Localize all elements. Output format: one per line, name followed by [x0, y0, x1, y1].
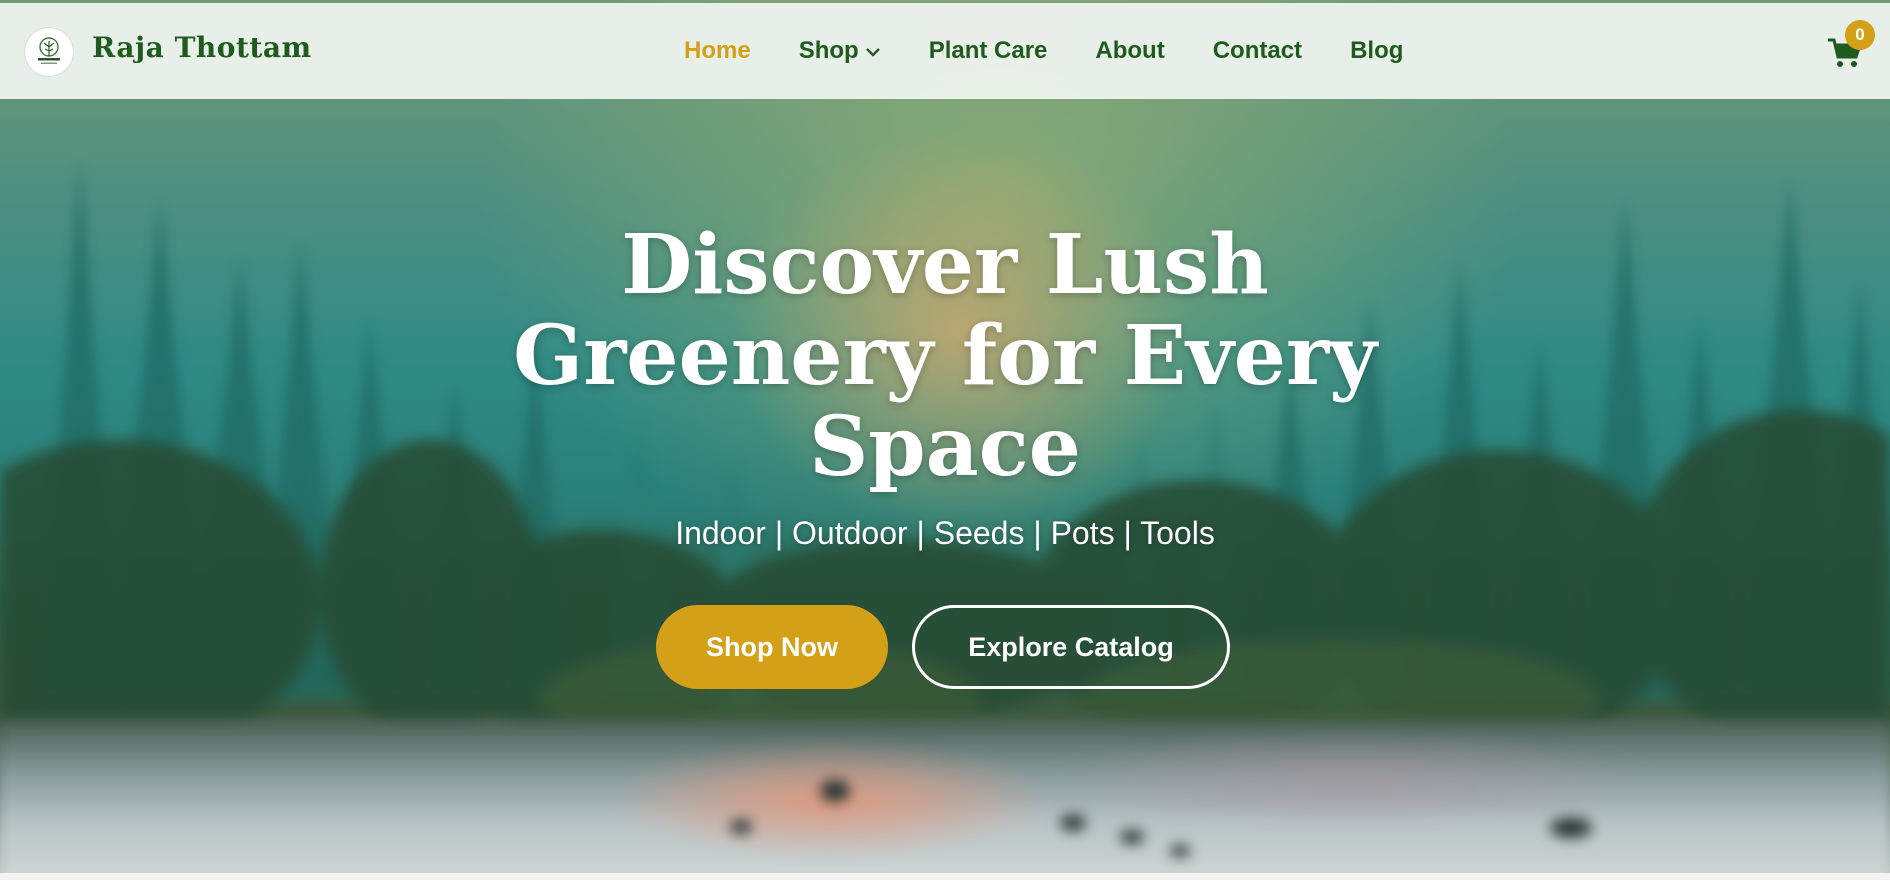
shop-now-button[interactable]: Shop Now	[656, 605, 888, 689]
logo[interactable]	[25, 28, 73, 76]
main-nav: Home Shop Plant Care About Contact Blog	[684, 37, 1451, 65]
nav-plant-care-label: Plant Care	[928, 37, 1048, 64]
nav-contact-label: Contact	[1212, 37, 1303, 64]
nav-contact[interactable]: Contact	[1213, 37, 1302, 65]
tree-logo-icon	[38, 37, 60, 64]
brand-name[interactable]: Raja Thottam	[92, 31, 312, 64]
river-image	[0, 720, 1890, 873]
hero-title-line-2: Greenery for Every	[513, 308, 1377, 404]
hero-subtitle: Indoor | Outdoor | Seeds | Pots | Tools	[675, 515, 1215, 551]
page-bottom-divider	[0, 873, 1890, 880]
nav-home-label: Home	[684, 37, 751, 64]
chevron-down-icon	[865, 37, 881, 65]
nav-blog[interactable]: Blog	[1350, 37, 1403, 65]
nav-shop-label: Shop	[798, 37, 859, 64]
nav-blog-label: Blog	[1350, 37, 1404, 64]
nav-home[interactable]: Home	[684, 37, 751, 65]
nav-about-label: About	[1095, 37, 1165, 64]
nav-about[interactable]: About	[1095, 37, 1164, 65]
explore-catalog-button[interactable]: Explore Catalog	[912, 605, 1230, 689]
cart-count-badge: 0	[1845, 20, 1875, 50]
nav-shop[interactable]: Shop	[799, 37, 881, 65]
hero-title: Discover Lush Greenery for Every Space	[495, 220, 1395, 493]
hero-title-line-1: Discover Lush	[621, 217, 1269, 313]
hero-title-line-3: Space	[809, 399, 1081, 495]
nav-plant-care[interactable]: Plant Care	[929, 37, 1048, 65]
navbar: Raja Thottam Home Shop Plant Care About …	[0, 3, 1890, 99]
